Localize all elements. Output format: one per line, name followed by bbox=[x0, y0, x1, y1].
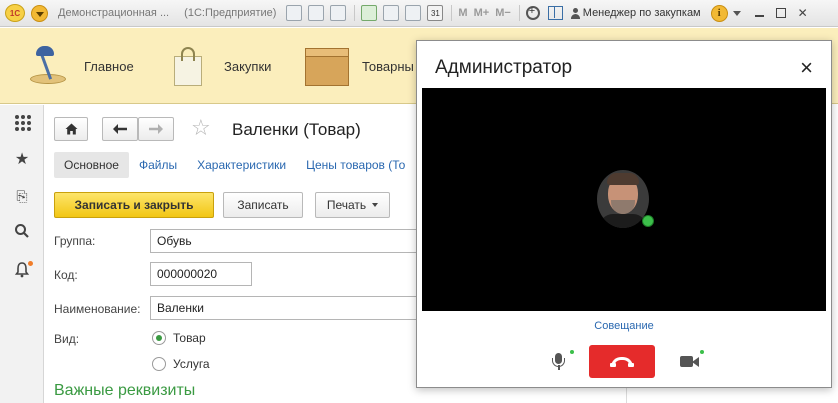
upload-icon[interactable] bbox=[361, 5, 378, 21]
call-title: Администратор bbox=[435, 57, 573, 78]
favorite-star-icon[interactable]: ☆ bbox=[191, 115, 211, 141]
camera-icon[interactable] bbox=[680, 355, 700, 368]
apps-grid-icon[interactable] bbox=[13, 113, 31, 131]
bell-icon[interactable] bbox=[13, 261, 33, 279]
preview-icon[interactable] bbox=[330, 5, 347, 21]
section-purchases[interactable]: Закупки bbox=[170, 28, 271, 104]
star-icon[interactable]: ★ bbox=[13, 151, 31, 169]
radio-goods[interactable]: Товар bbox=[152, 331, 206, 345]
close-window-button[interactable]: ✕ bbox=[798, 6, 808, 20]
tab-characteristics[interactable]: Характеристики bbox=[197, 158, 286, 172]
code-field[interactable]: 000000020 bbox=[150, 262, 252, 286]
microphone-icon[interactable] bbox=[551, 351, 565, 373]
name-label: Наименование: bbox=[54, 302, 141, 316]
tab-main[interactable]: Основное bbox=[54, 152, 129, 178]
back-button[interactable] bbox=[102, 117, 138, 141]
table-icon[interactable] bbox=[405, 5, 422, 21]
info-icon[interactable]: i bbox=[710, 4, 728, 22]
search-icon[interactable] bbox=[13, 223, 31, 241]
group-field[interactable]: Обувь bbox=[150, 229, 450, 253]
app-logo-icon[interactable]: 1С bbox=[5, 4, 25, 22]
minimize-button[interactable] bbox=[754, 15, 764, 17]
toolbar-divider bbox=[518, 5, 520, 21]
radio-button-checked[interactable] bbox=[152, 331, 166, 345]
toolbar-icons: 31 M M+ M− bbox=[286, 5, 570, 21]
calendar-icon[interactable]: 31 bbox=[427, 5, 444, 21]
main-menu-button[interactable] bbox=[31, 4, 48, 22]
form-tabs: Основное Файлы Характеристики Цены товар… bbox=[54, 151, 425, 179]
app-subtitle: (1С:Предприятие) bbox=[184, 7, 277, 19]
save-icon[interactable] bbox=[286, 5, 303, 21]
zoom-icon[interactable] bbox=[525, 5, 540, 20]
mic-status-dot bbox=[570, 350, 574, 354]
conference-link[interactable]: Совещание bbox=[417, 320, 831, 332]
kind-label: Вид: bbox=[54, 332, 80, 346]
title-bar: 1С Демонстрационная ... (1С:Предприятие)… bbox=[0, 0, 838, 27]
app-title: Демонстрационная ... bbox=[58, 7, 170, 19]
box-icon bbox=[302, 44, 352, 88]
write-and-close-button[interactable]: Записать и закрыть bbox=[54, 192, 214, 218]
radio-service[interactable]: Услуга bbox=[152, 357, 210, 371]
mail-icon[interactable] bbox=[383, 5, 400, 21]
radio-goods-label: Товар bbox=[173, 331, 206, 345]
toolbar-divider bbox=[354, 5, 356, 21]
tab-prices[interactable]: Цены товаров (То bbox=[306, 158, 405, 172]
section-label: Закупки bbox=[224, 58, 272, 74]
camera-status-dot bbox=[700, 350, 704, 354]
section-main[interactable]: Главное bbox=[24, 28, 134, 104]
left-sidebar: ★ ⎘ bbox=[0, 105, 44, 403]
memory-button[interactable]: M bbox=[458, 7, 467, 19]
phone-hangup-icon bbox=[610, 356, 634, 367]
code-label: Код: bbox=[54, 268, 78, 282]
section-title: Важные реквизиты bbox=[54, 382, 196, 399]
group-label: Группа: bbox=[54, 234, 96, 248]
chevron-down-icon[interactable] bbox=[732, 10, 741, 16]
window-controls: ✕ bbox=[754, 6, 808, 20]
conference-link-label[interactable]: Совещание bbox=[594, 320, 653, 332]
print-icon[interactable] bbox=[308, 5, 325, 21]
hang-up-button[interactable] bbox=[589, 345, 655, 378]
section-goods[interactable]: Товарны bbox=[302, 28, 414, 104]
history-icon[interactable]: ⎘ bbox=[13, 187, 31, 205]
arrow-right-icon bbox=[149, 124, 163, 134]
section-label: Главное bbox=[84, 58, 134, 74]
arrow-left-icon bbox=[113, 124, 127, 134]
memory-minus-button[interactable]: M− bbox=[495, 7, 511, 19]
home-icon bbox=[65, 123, 77, 135]
online-status-dot bbox=[642, 215, 654, 227]
radio-button-unchecked[interactable] bbox=[152, 357, 166, 371]
current-user[interactable]: Менеджер по закупкам bbox=[570, 7, 701, 19]
video-area bbox=[422, 88, 826, 311]
window-title: Демонстрационная ... (1С:Предприятие) bbox=[58, 7, 276, 19]
section-label: Товарны bbox=[362, 58, 414, 74]
name-field[interactable]: Валенки bbox=[150, 296, 450, 320]
radio-service-label: Услуга bbox=[173, 357, 210, 371]
item-form: ☆ Валенки (Товар) Основное Файлы Характе… bbox=[44, 105, 450, 403]
tab-files[interactable]: Файлы bbox=[139, 158, 177, 172]
toolbar-divider bbox=[451, 5, 453, 21]
forward-button[interactable] bbox=[138, 117, 174, 141]
maximize-button[interactable] bbox=[775, 8, 786, 18]
desk-lamp-icon bbox=[24, 44, 74, 88]
call-window: Администратор × Совещание bbox=[416, 40, 832, 388]
shopping-bag-icon bbox=[170, 44, 206, 88]
write-button[interactable]: Записать bbox=[223, 192, 303, 218]
home-button[interactable] bbox=[54, 117, 88, 141]
close-icon[interactable]: × bbox=[800, 57, 813, 79]
user-name: Менеджер по закупкам bbox=[582, 7, 701, 19]
print-button[interactable]: Печать bbox=[315, 192, 390, 218]
print-button-label: Печать bbox=[326, 198, 367, 212]
form-title: Валенки (Товар) bbox=[232, 120, 361, 139]
user-icon bbox=[570, 7, 580, 19]
chevron-down-icon bbox=[372, 203, 379, 207]
panel-icon[interactable] bbox=[547, 6, 563, 20]
memory-plus-button[interactable]: M+ bbox=[474, 7, 490, 19]
notification-dot bbox=[28, 261, 33, 266]
